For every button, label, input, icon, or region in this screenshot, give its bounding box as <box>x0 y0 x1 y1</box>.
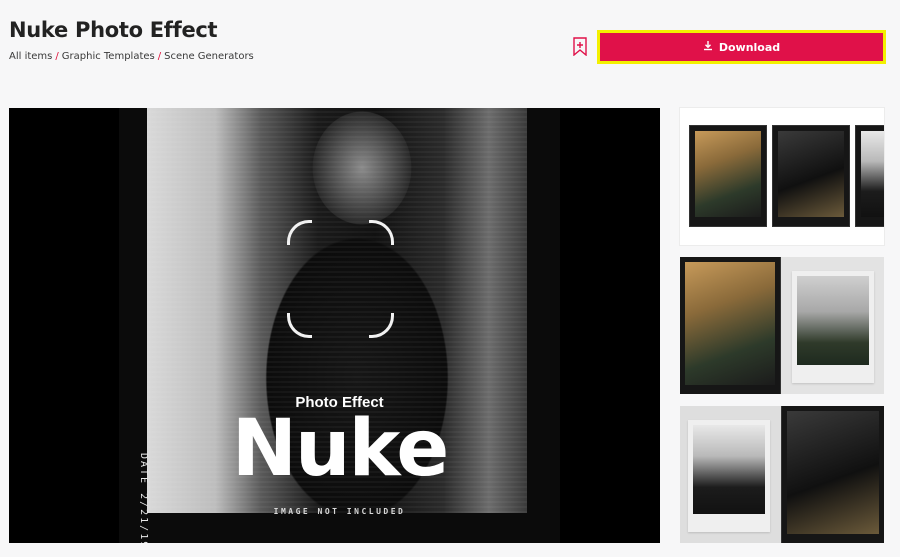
breadcrumb-scene-generators[interactable]: Scene Generators <box>164 51 254 62</box>
thumb-photo <box>693 425 765 514</box>
thumbnail-2[interactable] <box>680 257 884 394</box>
breadcrumb-graphic-templates[interactable]: Graphic Templates <box>62 51 155 62</box>
download-label: Download <box>718 40 781 54</box>
bookmark-plus-icon[interactable] <box>572 37 588 57</box>
download-button[interactable]: Download <box>600 33 883 61</box>
breadcrumb-separator: / <box>157 51 162 62</box>
thumb-photo <box>778 131 844 217</box>
thumbnail-1[interactable] <box>680 108 884 245</box>
thumb-photo <box>861 131 884 217</box>
thumb-frame <box>782 406 884 543</box>
breadcrumb-all-items[interactable]: All items <box>9 51 52 62</box>
download-icon <box>703 40 713 54</box>
main-preview-image[interactable]: DATE 2/21/1980 Photo Effect Nuke IMAGE N… <box>9 108 660 543</box>
thumb-photo <box>685 262 775 385</box>
thumb-frame <box>690 126 766 226</box>
thumb-photo <box>787 411 879 534</box>
thumb-frame <box>773 126 849 226</box>
thumb-frame <box>856 126 884 226</box>
breadcrumb: All items / Graphic Templates / Scene Genera… <box>9 51 254 62</box>
thumb-frame <box>680 257 780 394</box>
thumb-print <box>792 271 874 383</box>
thumb-print <box>688 420 770 532</box>
page-title: Nuke Photo Effect <box>9 18 218 42</box>
breadcrumb-separator: / <box>55 51 59 62</box>
thumb-photo <box>797 276 869 365</box>
poster-note: IMAGE NOT INCLUDED <box>273 507 406 516</box>
poster-title: Nuke <box>231 404 450 494</box>
thumbnail-3[interactable] <box>680 406 884 543</box>
download-button-highlight: Download <box>597 30 886 64</box>
thumb-photo <box>695 131 761 217</box>
poster: DATE 2/21/1980 Photo Effect Nuke IMAGE N… <box>119 108 560 543</box>
